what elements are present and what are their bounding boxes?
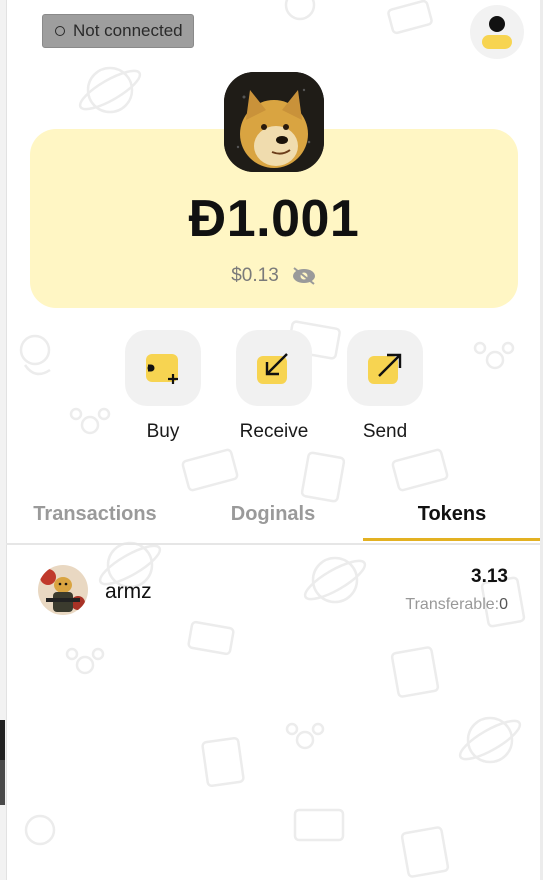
token-name: armz	[105, 580, 152, 603]
buy-button[interactable]	[125, 330, 201, 406]
send-arrow-icon	[368, 353, 402, 384]
wallet-tabs: Transactions Doginals Tokens	[6, 486, 540, 545]
tab-doginals[interactable]: Doginals	[184, 486, 362, 543]
receive-button[interactable]	[236, 330, 312, 406]
token-row[interactable]: armz 3.13 Transferable:0	[6, 560, 540, 624]
receive-action[interactable]: Receive	[236, 330, 312, 443]
send-label: Send	[362, 421, 408, 442]
tab-tokens[interactable]: Tokens	[363, 486, 541, 543]
dogecoin-logo	[224, 72, 324, 172]
active-tab-indicator	[363, 538, 540, 541]
connection-status-badge[interactable]: Not connected	[42, 14, 194, 48]
balance-usd-row: $0.13	[30, 265, 518, 287]
account-avatar-button[interactable]	[470, 5, 524, 59]
status-dot-icon	[55, 26, 65, 36]
buy-label: Buy	[146, 421, 180, 442]
transferable-label: Transferable:	[405, 596, 500, 613]
balance-usd-value: $0.13	[231, 265, 279, 286]
send-button[interactable]	[347, 330, 423, 406]
token-amount: 3.13	[471, 566, 508, 587]
send-action[interactable]: Send	[347, 330, 423, 443]
receive-label: Receive	[239, 421, 309, 442]
window-edge	[0, 0, 7, 880]
transferable-value: 0	[499, 596, 508, 613]
receive-arrow-icon	[257, 353, 288, 384]
token-transferable: Transferable:0	[405, 596, 508, 614]
tab-transactions[interactable]: Transactions	[6, 486, 184, 543]
connection-status-label: Not connected	[73, 21, 183, 40]
buy-icon	[146, 354, 178, 384]
balance-amount: Ð1.001	[188, 190, 360, 248]
user-avatar-icon	[482, 16, 512, 49]
token-avatar	[38, 565, 88, 615]
buy-action[interactable]: Buy	[125, 330, 201, 443]
hide-balance-eye-icon[interactable]	[291, 266, 317, 286]
